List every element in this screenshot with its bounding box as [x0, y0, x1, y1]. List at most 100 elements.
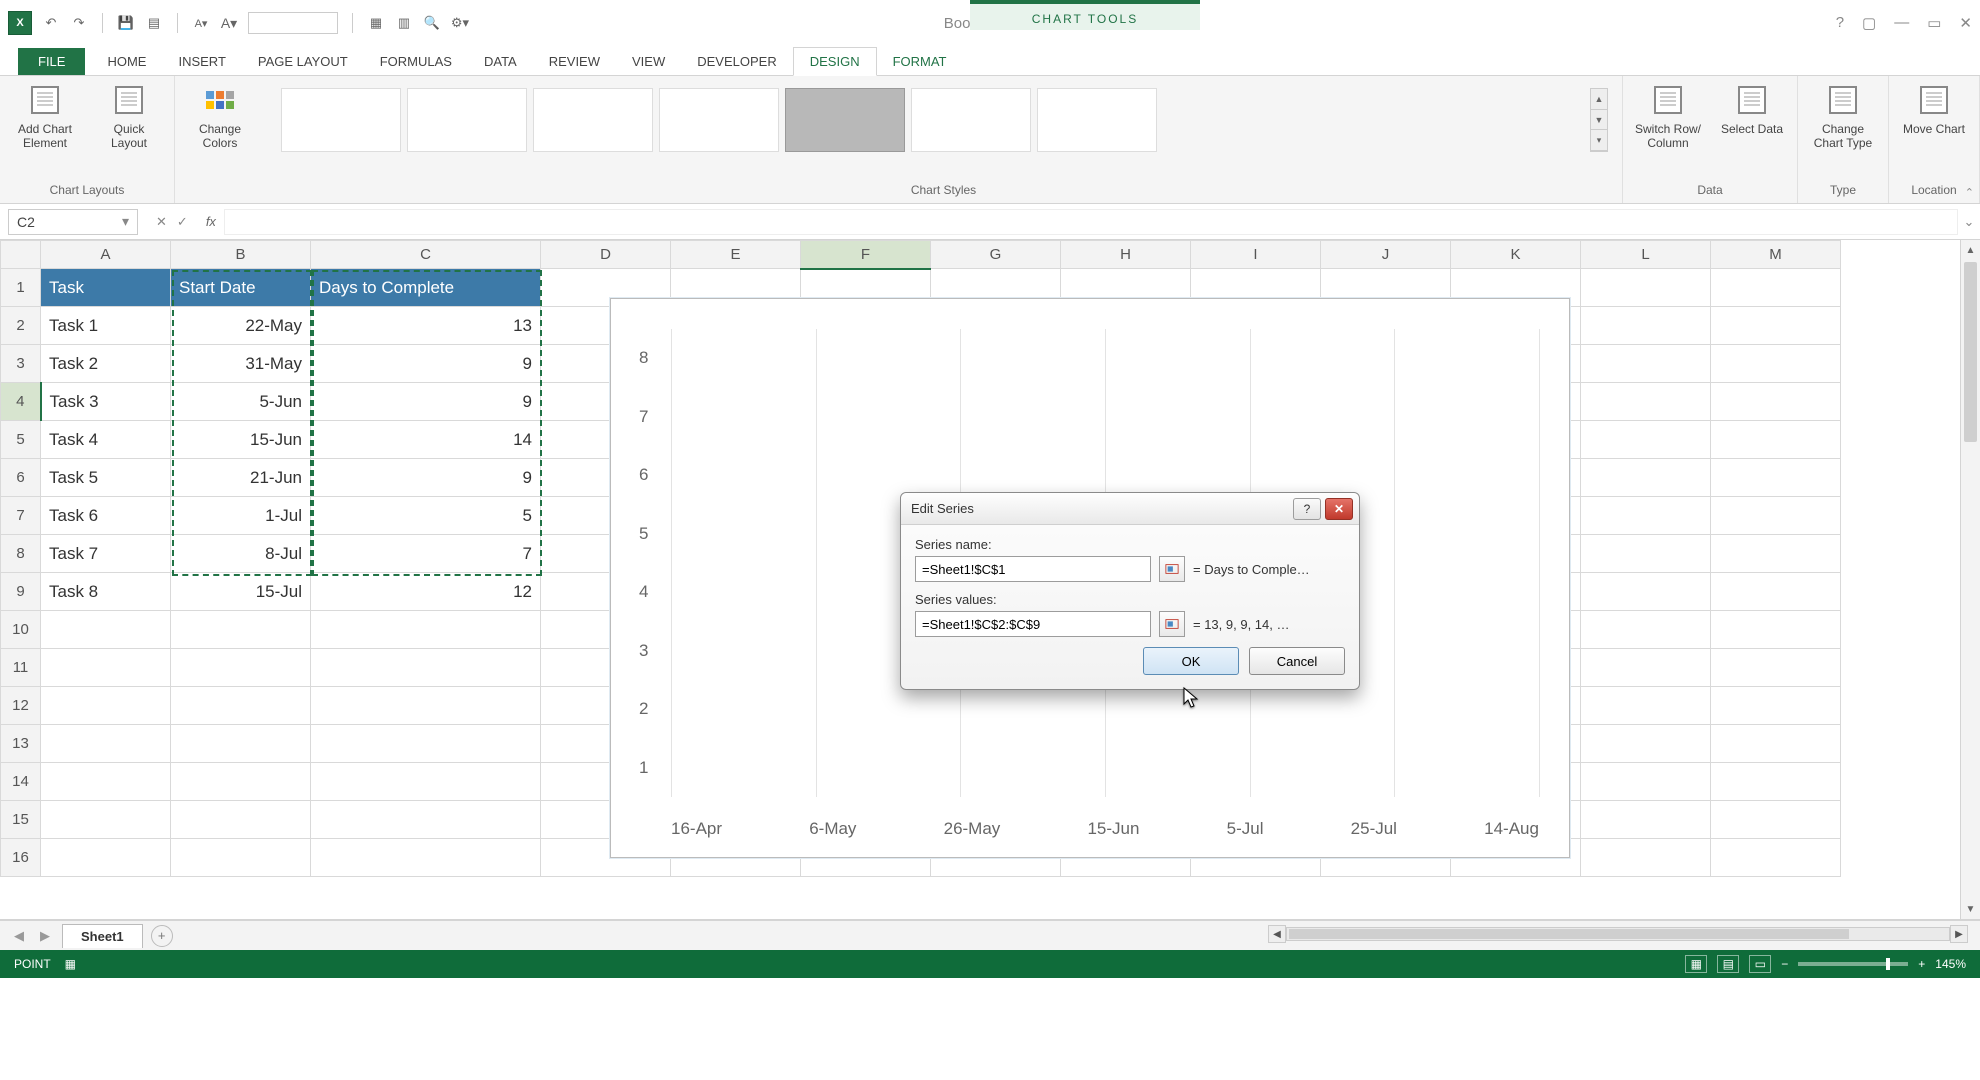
cell[interactable] — [1711, 345, 1841, 383]
cell[interactable]: 22-May — [171, 307, 311, 345]
cell[interactable]: 21-Jun — [171, 459, 311, 497]
sheet-nav-prev-icon[interactable]: ◀ — [10, 928, 28, 944]
view-page-break-icon[interactable]: ▭ — [1749, 955, 1771, 973]
cell[interactable] — [41, 649, 171, 687]
help-icon[interactable]: ? — [1836, 14, 1844, 32]
cell[interactable] — [1711, 269, 1841, 307]
cell[interactable]: 15-Jun — [171, 421, 311, 459]
ribbon-options-icon[interactable]: ▢ — [1862, 14, 1876, 32]
scroll-right-icon[interactable]: ▶ — [1950, 925, 1968, 943]
column-header[interactable]: F — [801, 241, 931, 269]
font-decrease-icon[interactable]: A▾ — [192, 14, 210, 32]
column-header[interactable]: E — [671, 241, 801, 269]
tab-file[interactable]: FILE — [18, 48, 85, 75]
switch-row-column-button[interactable]: Switch Row/ Column — [1633, 82, 1703, 151]
cell[interactable] — [41, 763, 171, 801]
cell[interactable] — [311, 801, 541, 839]
zoom-out-icon[interactable]: − — [1781, 957, 1788, 971]
view-normal-icon[interactable]: ▦ — [1685, 955, 1707, 973]
cell[interactable]: 12 — [311, 573, 541, 611]
move-chart-button[interactable]: Move Chart — [1899, 82, 1969, 136]
cell[interactable] — [171, 801, 311, 839]
cell[interactable]: Task 5 — [41, 459, 171, 497]
tab-review[interactable]: REVIEW — [533, 48, 616, 75]
row-header[interactable]: 3 — [1, 345, 41, 383]
cell[interactable] — [1711, 383, 1841, 421]
cell[interactable]: Task 8 — [41, 573, 171, 611]
row-header[interactable]: 1 — [1, 269, 41, 307]
gallery-spinner[interactable]: ▲▼▾ — [1590, 88, 1608, 152]
cell[interactable] — [311, 649, 541, 687]
collapse-ribbon-icon[interactable]: ⌃ — [1965, 186, 1974, 199]
style-thumb[interactable] — [407, 88, 527, 152]
chart-styles-gallery[interactable]: ▲▼▾ — [275, 82, 1612, 181]
style-thumb[interactable] — [533, 88, 653, 152]
cell[interactable] — [1711, 459, 1841, 497]
add-chart-element-button[interactable]: Add Chart Element — [10, 82, 80, 151]
column-header[interactable]: K — [1451, 241, 1581, 269]
cell[interactable] — [1581, 345, 1711, 383]
cell[interactable] — [1711, 307, 1841, 345]
cell[interactable] — [1711, 801, 1841, 839]
style-thumb[interactable] — [281, 88, 401, 152]
scroll-up-icon[interactable]: ▲ — [1961, 240, 1980, 260]
cancel-button[interactable]: Cancel — [1249, 647, 1345, 675]
tab-data[interactable]: DATA — [468, 48, 533, 75]
cell[interactable] — [311, 763, 541, 801]
style-thumb-selected[interactable] — [785, 88, 905, 152]
name-box[interactable]: C2▾ — [8, 209, 138, 235]
series-values-input[interactable] — [915, 611, 1151, 637]
sheet-tab[interactable]: Sheet1 — [62, 924, 143, 948]
ok-button[interactable]: OK — [1143, 647, 1239, 675]
row-header[interactable]: 4 — [1, 383, 41, 421]
vertical-scrollbar[interactable]: ▲ ▼ — [1960, 240, 1980, 919]
cell[interactable] — [171, 839, 311, 877]
cell[interactable]: 15-Jul — [171, 573, 311, 611]
tab-page-layout[interactable]: PAGE LAYOUT — [242, 48, 364, 75]
cell[interactable] — [1711, 687, 1841, 725]
tab-insert[interactable]: INSERT — [162, 48, 241, 75]
save-icon[interactable]: 💾 — [117, 14, 135, 32]
qa-icon-2[interactable]: ▥ — [395, 14, 413, 32]
cell[interactable] — [41, 611, 171, 649]
cell[interactable] — [311, 611, 541, 649]
row-header[interactable]: 2 — [1, 307, 41, 345]
select-data-button[interactable]: Select Data — [1717, 82, 1787, 136]
cell[interactable] — [1581, 611, 1711, 649]
row-header[interactable]: 5 — [1, 421, 41, 459]
zoom-level[interactable]: 145% — [1935, 957, 1966, 971]
row-header[interactable]: 8 — [1, 535, 41, 573]
scroll-left-icon[interactable]: ◀ — [1268, 925, 1286, 943]
cell[interactable] — [41, 725, 171, 763]
column-header[interactable]: M — [1711, 241, 1841, 269]
zoom-in-icon[interactable]: + — [1918, 957, 1925, 971]
cell[interactable] — [1711, 649, 1841, 687]
cell[interactable]: 5 — [311, 497, 541, 535]
cell[interactable] — [41, 801, 171, 839]
cell[interactable]: 8-Jul — [171, 535, 311, 573]
change-chart-type-button[interactable]: Change Chart Type — [1808, 82, 1878, 151]
formula-input[interactable] — [224, 209, 1958, 235]
column-header[interactable]: J — [1321, 241, 1451, 269]
column-header[interactable]: A — [41, 241, 171, 269]
tab-home[interactable]: HOME — [91, 48, 162, 75]
style-thumb[interactable] — [659, 88, 779, 152]
qa-icon-1[interactable]: ▦ — [367, 14, 385, 32]
cell[interactable] — [1581, 421, 1711, 459]
tab-developer[interactable]: DEVELOPER — [681, 48, 792, 75]
cell[interactable] — [41, 839, 171, 877]
cell[interactable]: 31-May — [171, 345, 311, 383]
open-icon[interactable]: ▤ — [145, 14, 163, 32]
row-header[interactable]: 10 — [1, 611, 41, 649]
cell[interactable] — [171, 611, 311, 649]
cell[interactable] — [41, 687, 171, 725]
cell[interactable] — [171, 725, 311, 763]
cell[interactable] — [311, 687, 541, 725]
cell[interactable]: Task — [41, 269, 171, 307]
row-header[interactable]: 15 — [1, 801, 41, 839]
cell[interactable] — [171, 649, 311, 687]
tab-design[interactable]: DESIGN — [793, 47, 877, 76]
row-header[interactable]: 16 — [1, 839, 41, 877]
redo-icon[interactable]: ↷ — [70, 14, 88, 32]
cell[interactable] — [1581, 573, 1711, 611]
